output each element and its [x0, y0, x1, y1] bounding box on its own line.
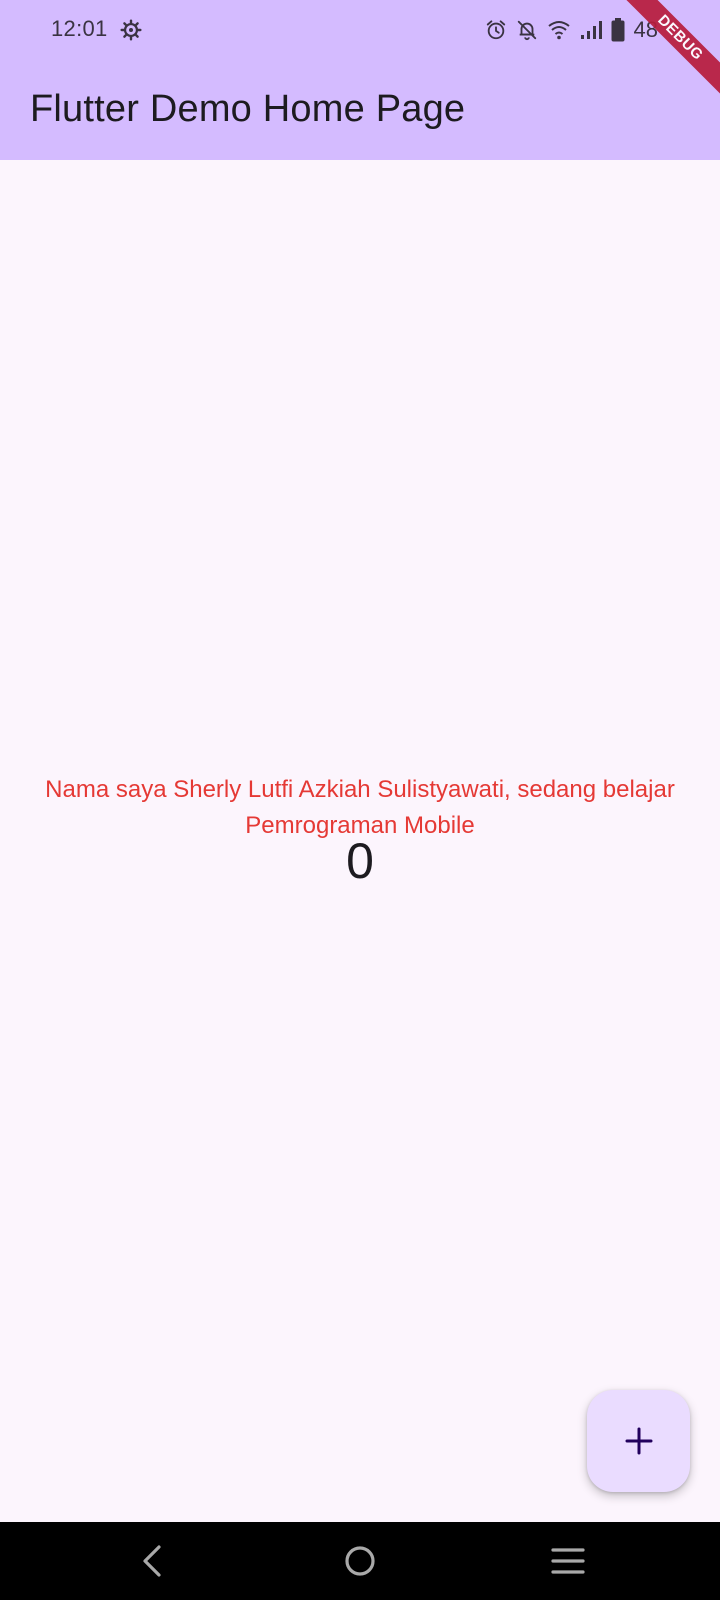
increment-button[interactable] [587, 1390, 690, 1492]
app-bar: 12:01 48 Flutter Demo Home Page [0, 0, 720, 160]
recent-apps-icon [551, 1548, 585, 1574]
nav-recent-apps-button[interactable] [546, 1539, 590, 1583]
counter-value: 0 [346, 833, 374, 889]
alarm-icon [486, 20, 505, 40]
status-time: 12:01 [51, 16, 108, 41]
signal-icon [580, 21, 602, 39]
nav-back-button[interactable] [130, 1539, 174, 1583]
status-icons: 48 [485, 16, 658, 44]
wifi-icon [547, 21, 570, 40]
page-title: Flutter Demo Home Page [30, 88, 466, 130]
system-nav-bar [0, 1522, 720, 1600]
nav-home-button[interactable] [338, 1539, 382, 1583]
plus-icon [625, 1427, 652, 1455]
settings-gear-icon [120, 19, 142, 41]
back-icon [143, 1545, 161, 1577]
main-content: Nama saya Sherly Lutfi Azkiah Sulistyawa… [0, 160, 720, 1522]
status-bar: 12:01 48 [0, 0, 720, 60]
notifications-off-icon [517, 20, 536, 41]
app-screen: 12:01 48 Flutter Demo Home Page DEBUG Na… [0, 0, 720, 1600]
battery-percentage: 48 [633, 17, 658, 42]
home-icon [345, 1546, 375, 1576]
battery-icon [611, 18, 625, 42]
